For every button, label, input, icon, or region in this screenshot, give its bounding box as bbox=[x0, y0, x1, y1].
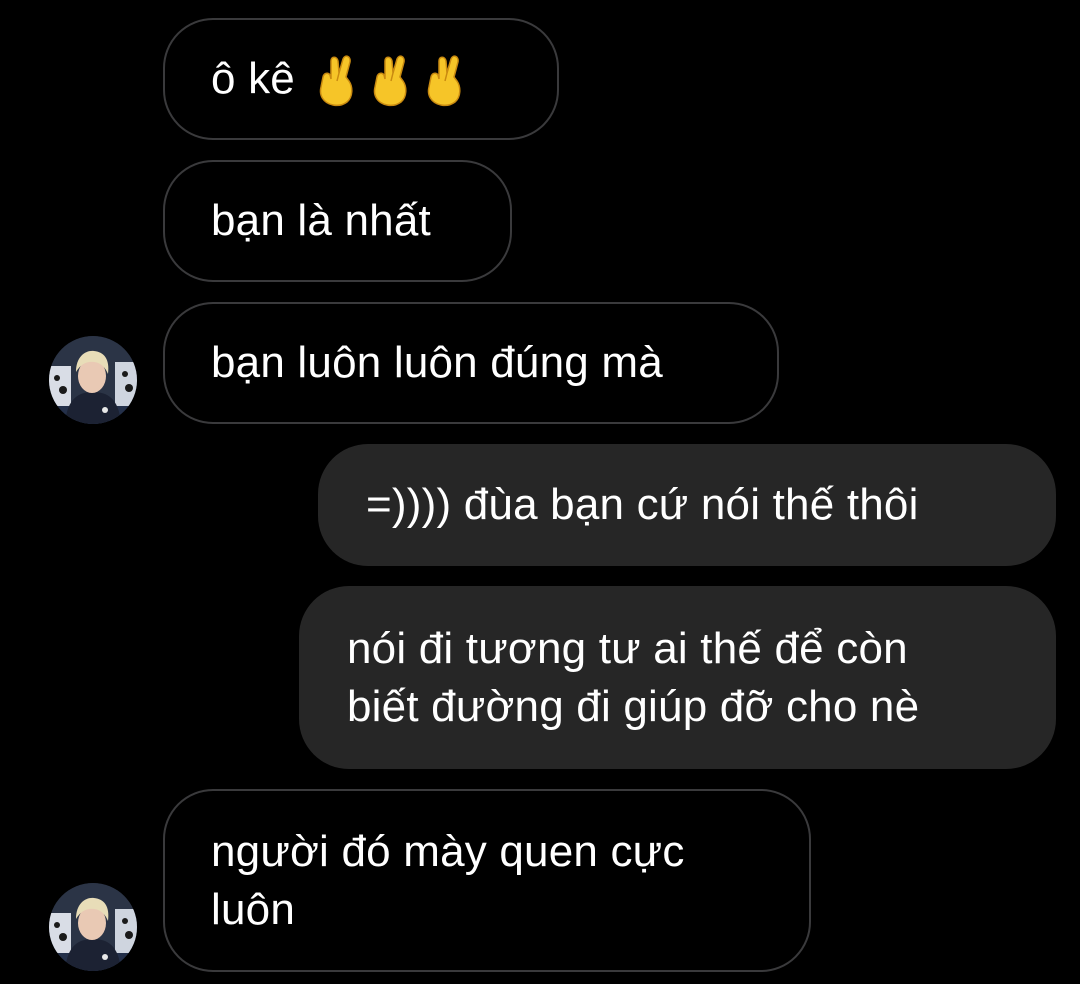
message-text: =)))) đùa bạn cứ nói thế thôi bbox=[366, 480, 919, 529]
message-text-line: biết đường đi giúp đỡ cho nè bbox=[347, 681, 920, 731]
message-bubble-incoming[interactable]: bạn luôn luôn đúng mà bbox=[163, 302, 779, 424]
message-text: ô kê bbox=[211, 54, 295, 103]
profile-photo bbox=[49, 336, 137, 424]
message-text: bạn là nhất bbox=[211, 196, 431, 245]
avatar[interactable] bbox=[49, 336, 137, 424]
message-bubble-incoming[interactable]: ô kê bbox=[163, 18, 559, 140]
message-bubble-outgoing[interactable]: =)))) đùa bạn cứ nói thế thôi bbox=[318, 444, 1056, 566]
message-bubble-incoming[interactable]: bạn là nhất bbox=[163, 160, 512, 282]
crossed-fingers-emoji-icon bbox=[319, 55, 353, 107]
message-text-line: nói đi tương tư ai thế để còn bbox=[347, 623, 908, 673]
crossed-fingers-emoji-icon bbox=[373, 55, 407, 107]
message-bubble-outgoing[interactable]: nói đi tương tư ai thế để còn biết đường… bbox=[299, 586, 1056, 769]
message-text: bạn luôn luôn đúng mà bbox=[211, 338, 663, 387]
crossed-fingers-emoji-icon bbox=[427, 55, 461, 107]
avatar[interactable] bbox=[49, 883, 137, 971]
message-text-line: người đó mày quen cực bbox=[211, 826, 685, 876]
profile-photo bbox=[49, 883, 137, 971]
message-bubble-incoming[interactable]: người đó mày quen cực luôn bbox=[163, 789, 811, 972]
message-text-line: luôn bbox=[211, 884, 295, 934]
